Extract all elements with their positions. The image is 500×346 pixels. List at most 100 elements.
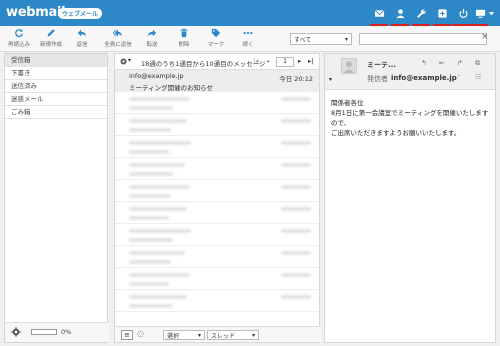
tag-icon	[211, 28, 221, 38]
filter-value: すべて	[294, 36, 312, 44]
trash-icon	[180, 28, 188, 38]
filter-select[interactable]: すべて ▾	[290, 33, 352, 45]
message-row[interactable]	[115, 158, 319, 180]
message-row[interactable]	[115, 224, 319, 246]
reply-icon	[77, 29, 87, 37]
sidebar-footer: 0%	[5, 322, 109, 342]
preview-subject: ミーテ...	[367, 61, 396, 69]
delete-button[interactable]: 削除	[168, 28, 200, 48]
forward-icon	[147, 29, 157, 37]
prev-page-icon[interactable]: ◂	[266, 57, 269, 65]
reply-all-label: 全員に返信	[104, 42, 132, 48]
message-date: 今日 20:12	[279, 75, 313, 83]
wrench-icon	[416, 8, 426, 18]
page-input[interactable]: 1	[276, 57, 294, 67]
headers-icon[interactable]: ☷	[475, 73, 481, 81]
caret-down-icon	[488, 11, 494, 15]
message-row[interactable]	[115, 114, 319, 136]
menu-dropdown[interactable]	[485, 0, 497, 26]
list-footer: ≡ ◌ 選択 ▾ スレッド ▾	[115, 326, 321, 342]
message-row[interactable]	[115, 246, 319, 268]
quota-percent: 0%	[61, 328, 72, 336]
message-row[interactable]	[115, 268, 319, 290]
select-dropdown[interactable]: 選択 ▾	[163, 330, 205, 340]
envelope-icon	[374, 9, 384, 17]
message-row-selected[interactable]: info@example.jp ミーティング開催のお知らせ 今日 20:12	[115, 70, 319, 92]
forward-icon[interactable]: ↱	[457, 59, 463, 67]
thread-label: スレッド	[211, 332, 236, 340]
monitor-icon	[475, 9, 485, 18]
body-line: 関係者各位	[331, 99, 364, 107]
reply-icon[interactable]: ↰	[421, 59, 427, 67]
message-row[interactable]	[115, 136, 319, 158]
message-count: 18通のうち1通目から10通目のメッセージ	[141, 60, 266, 68]
thread-view-icon[interactable]: ◌	[137, 329, 144, 338]
last-page-icon[interactable]: ▸|	[308, 57, 313, 65]
gear-icon[interactable]	[11, 327, 21, 337]
compose-button[interactable]: 新規作成	[35, 28, 67, 48]
reply-button[interactable]: 返信	[66, 28, 98, 48]
top-bar: webmail ウェブメール	[0, 0, 500, 26]
compose-label: 新規作成	[39, 42, 62, 48]
open-window-icon[interactable]: ⧉	[475, 59, 480, 68]
thread-dropdown[interactable]: スレッド ▾	[207, 330, 259, 340]
folder-drafts[interactable]: 下書き	[5, 67, 107, 80]
add-contact-icon[interactable]: ⁺	[457, 73, 461, 81]
forward-label: 転送	[146, 42, 158, 48]
logo-badge: ウェブメール	[58, 8, 103, 19]
message-row[interactable]	[115, 202, 319, 224]
user-icon	[343, 61, 355, 73]
message-row[interactable]	[115, 290, 319, 312]
folder-trash[interactable]: ごみ箱	[5, 106, 107, 119]
message-row[interactable]	[115, 180, 319, 202]
chevron-down-icon: ▾	[344, 35, 348, 43]
message-body: 関係者各位 8月1日に第一会議室でミーティングを開催いたしますので、 ご出席いた…	[325, 90, 495, 146]
next-page-icon[interactable]: ▸	[298, 57, 301, 65]
chevron-down-icon[interactable]: ▾	[128, 57, 131, 64]
reply-all-icon[interactable]: ⇤	[439, 59, 445, 67]
first-page-icon[interactable]: |◂	[253, 57, 258, 65]
plugin-button[interactable]	[432, 0, 452, 26]
pencil-icon	[47, 29, 55, 37]
close-icon[interactable]: ×	[481, 32, 489, 42]
chevron-down-icon: ▾	[197, 331, 201, 339]
quota-bar	[31, 329, 57, 335]
select-label: 選択	[167, 332, 180, 340]
app-logo: webmail	[6, 5, 66, 20]
message-list: ▾ 18通のうち1通目から10通目のメッセージ |◂ ◂ 1 ▸ ▸| info…	[114, 53, 321, 343]
list-header: ▾ 18通のうち1通目から10通目のメッセージ |◂ ◂ 1 ▸ ▸|	[115, 54, 319, 70]
message-row[interactable]	[115, 92, 319, 114]
preview-header: ミーテ... ↰ ⇤ ↱ ⧉ ▾ 発信者 info@example.jp ⁺ ☷	[325, 54, 495, 90]
refresh-icon	[15, 29, 23, 38]
plus-square-icon	[437, 8, 447, 18]
body-line: ご出席いただきますようお願いいたします。	[331, 129, 461, 137]
from-address: info@example.jp	[391, 74, 457, 82]
reply-all-button[interactable]: 全員に返信	[101, 28, 135, 48]
refresh-button[interactable]: 再読込み	[3, 28, 35, 48]
mark-button[interactable]: マーク	[200, 28, 232, 48]
reply-all-icon	[113, 29, 123, 37]
mail-button[interactable]	[369, 0, 389, 26]
gear-icon[interactable]	[119, 57, 128, 66]
folder-sidebar: 受信箱 下書き 送信済み 迷惑メール ごみ箱 0%	[4, 53, 109, 343]
forward-button[interactable]: 転送	[136, 28, 168, 48]
folder-sent[interactable]: 送信済み	[5, 80, 107, 93]
dots-icon	[243, 31, 253, 35]
list-view-icon[interactable]: ≡	[121, 330, 133, 340]
from-label: 発信者	[367, 75, 388, 83]
avatar	[341, 58, 357, 74]
preview-pane: ミーテ... ↰ ⇤ ↱ ⧉ ▾ 発信者 info@example.jp ⁺ ☷…	[324, 53, 496, 343]
search-input[interactable]	[359, 33, 487, 45]
contacts-button[interactable]	[390, 0, 410, 26]
message-subject: ミーティング開催のお知らせ	[129, 84, 213, 92]
chevron-down-icon: ▾	[251, 331, 255, 339]
folder-junk[interactable]: 迷惑メール	[5, 93, 107, 106]
mark-label: マーク	[207, 42, 225, 48]
reply-label: 返信	[76, 42, 88, 48]
folder-inbox[interactable]: 受信箱	[5, 54, 107, 67]
chevron-down-icon[interactable]: ▾	[329, 76, 332, 83]
more-button[interactable]: 続く	[232, 28, 264, 48]
body-line: 8月1日に第一会議室でミーティングを開催いたしますので、	[331, 109, 489, 127]
delete-label: 削除	[178, 42, 190, 48]
settings-button[interactable]	[411, 0, 431, 26]
